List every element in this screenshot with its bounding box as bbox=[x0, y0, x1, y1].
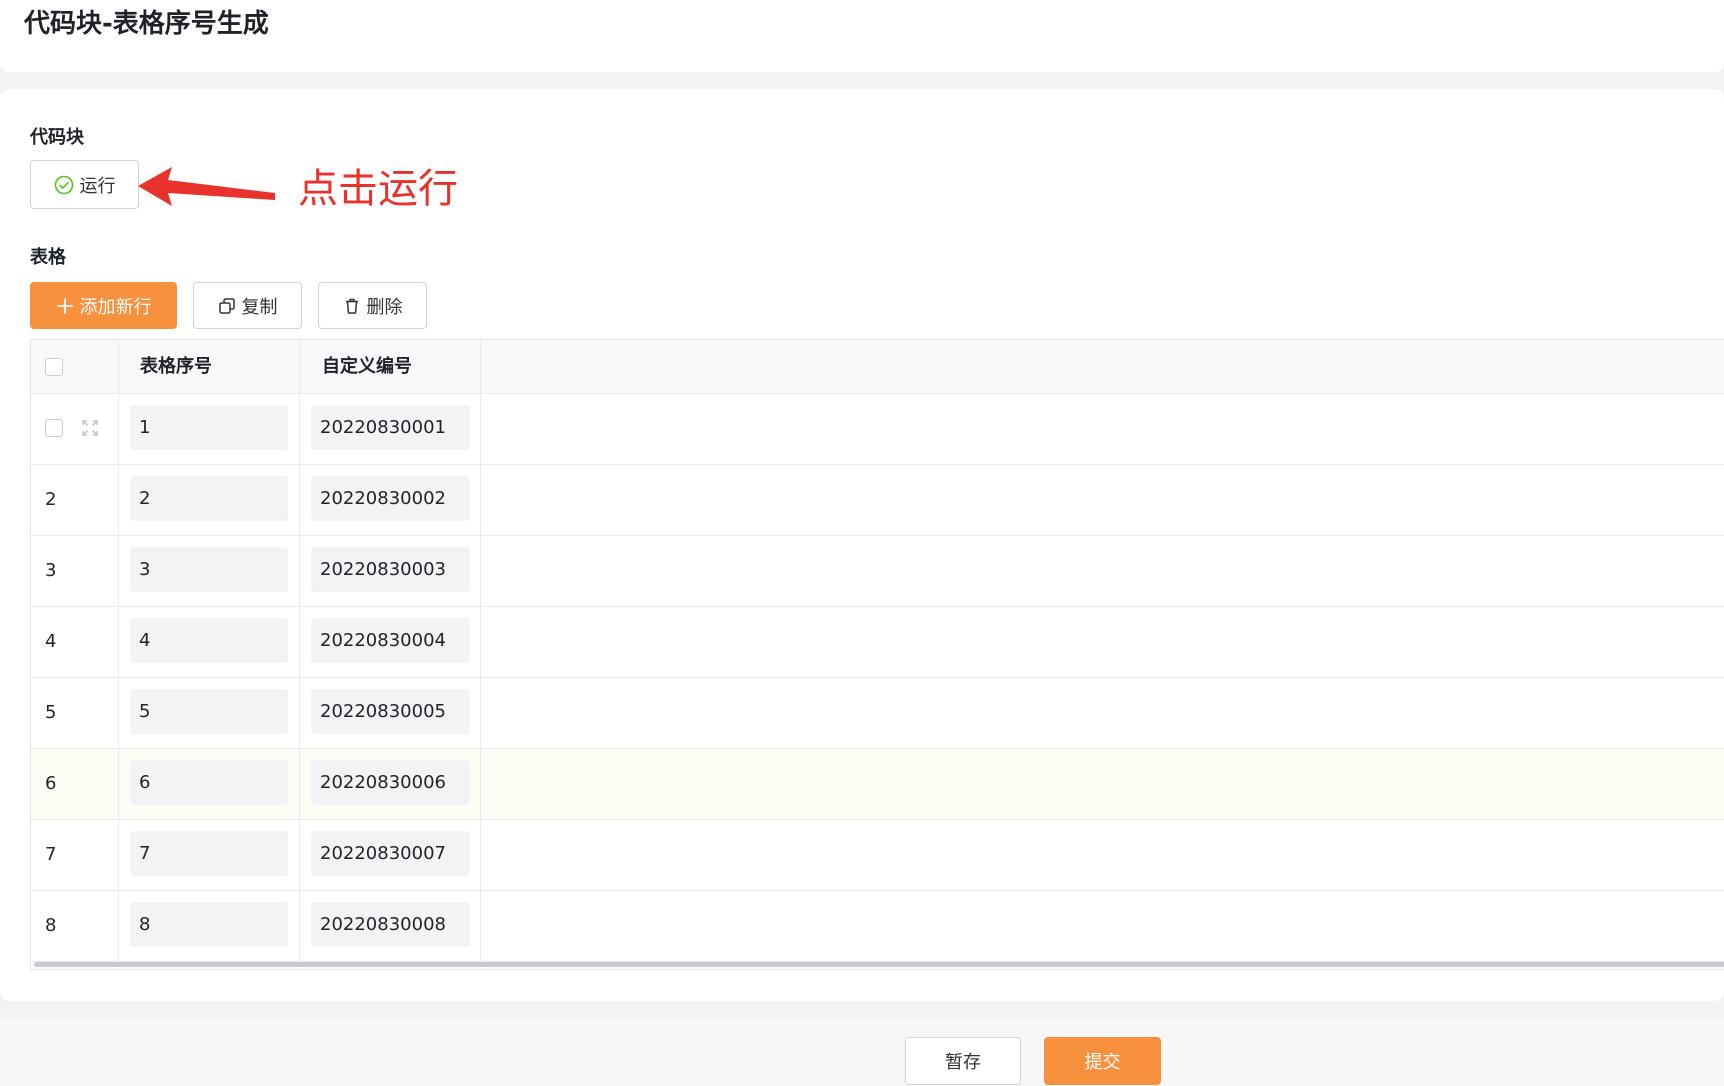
seq-cell: 5 bbox=[119, 678, 300, 748]
header-cell-code: 自定义编号 bbox=[300, 340, 481, 393]
expand-icon[interactable] bbox=[81, 419, 99, 437]
run-button-label: 运行 bbox=[79, 175, 116, 197]
plus-icon bbox=[56, 297, 74, 315]
table-row: 5 5 20220830005 bbox=[31, 678, 1724, 749]
select-all-cell bbox=[31, 340, 119, 393]
seq-number-field[interactable]: 5 bbox=[130, 689, 288, 734]
row-select-cell: 6 bbox=[31, 749, 119, 819]
page-title: 代码块-表格序号生成 bbox=[24, 9, 269, 39]
add-row-label: 添加新行 bbox=[79, 296, 152, 318]
code-cell: 20220830002 bbox=[300, 465, 481, 535]
seq-cell: 3 bbox=[119, 536, 300, 606]
column-header-code: 自定义编号 bbox=[322, 356, 412, 377]
copy-label: 复制 bbox=[241, 296, 278, 318]
save-draft-label: 暂存 bbox=[945, 1052, 981, 1073]
row-index: 6 bbox=[45, 773, 57, 794]
custom-code-field[interactable]: 20220830003 bbox=[311, 547, 470, 592]
custom-code-field[interactable]: 20220830004 bbox=[311, 618, 470, 663]
custom-code-field[interactable]: 20220830001 bbox=[311, 405, 470, 450]
code-cell: 20220830005 bbox=[300, 678, 481, 748]
annotation-arrow-icon bbox=[138, 167, 275, 206]
seq-cell: 2 bbox=[119, 465, 300, 535]
add-row-button[interactable]: 添加新行 bbox=[30, 282, 177, 329]
row-index: 5 bbox=[45, 702, 57, 723]
horizontal-scrollbar[interactable] bbox=[34, 962, 1724, 967]
copy-button[interactable]: 复制 bbox=[193, 282, 302, 329]
row-index: 2 bbox=[45, 489, 57, 510]
row-select-cell: 5 bbox=[31, 678, 119, 748]
data-table: 表格序号 自定义编号 1 20220830001 2 2 20220830002 3 3 20… bbox=[30, 339, 1724, 970]
run-button[interactable]: 运行 bbox=[30, 160, 139, 209]
seq-number-field[interactable]: 6 bbox=[130, 760, 288, 805]
table-row: 4 4 20220830004 bbox=[31, 607, 1724, 678]
seq-cell: 6 bbox=[119, 749, 300, 819]
header-cell-seq: 表格序号 bbox=[119, 340, 300, 393]
page-header: 代码块-表格序号生成 bbox=[0, 0, 1724, 72]
table-row: 2 2 20220830002 bbox=[31, 465, 1724, 536]
row-select-cell: 8 bbox=[31, 891, 119, 961]
save-draft-button[interactable]: 暂存 bbox=[905, 1037, 1021, 1085]
seq-cell: 7 bbox=[119, 820, 300, 890]
custom-code-field[interactable]: 20220830005 bbox=[311, 689, 470, 734]
column-header-seq: 表格序号 bbox=[140, 356, 212, 377]
seq-number-field[interactable]: 4 bbox=[130, 618, 288, 663]
seq-cell: 4 bbox=[119, 607, 300, 677]
delete-button[interactable]: 删除 bbox=[318, 282, 427, 329]
seq-cell: 8 bbox=[119, 891, 300, 961]
row-select-cell: 3 bbox=[31, 536, 119, 606]
row-index: 7 bbox=[45, 844, 57, 865]
custom-code-field[interactable]: 20220830002 bbox=[311, 476, 470, 521]
table-row: 6 6 20220830006 bbox=[31, 749, 1724, 820]
custom-code-field[interactable]: 20220830006 bbox=[311, 760, 470, 805]
trash-icon bbox=[343, 297, 361, 315]
code-cell: 20220830007 bbox=[300, 820, 481, 890]
table-header-row: 表格序号 自定义编号 bbox=[31, 340, 1724, 394]
table-row: 7 7 20220830007 bbox=[31, 820, 1724, 891]
row-select-cell: 4 bbox=[31, 607, 119, 677]
select-all-checkbox[interactable] bbox=[45, 358, 63, 376]
code-block-label: 代码块 bbox=[30, 127, 84, 148]
custom-code-field[interactable]: 20220830007 bbox=[311, 831, 470, 876]
custom-code-field[interactable]: 20220830008 bbox=[311, 902, 470, 947]
check-circle-icon bbox=[54, 175, 74, 195]
row-select-cell: 7 bbox=[31, 820, 119, 890]
submit-label: 提交 bbox=[1084, 1052, 1121, 1073]
code-cell: 20220830008 bbox=[300, 891, 481, 961]
code-cell: 20220830004 bbox=[300, 607, 481, 677]
delete-label: 删除 bbox=[366, 296, 403, 318]
row-index: 3 bbox=[45, 560, 57, 581]
table-row: 8 8 20220830008 bbox=[31, 891, 1724, 962]
copy-icon bbox=[218, 297, 236, 315]
table-row: 3 3 20220830003 bbox=[31, 536, 1724, 607]
annotation-text: 点击运行 bbox=[298, 166, 458, 212]
table-label: 表格 bbox=[30, 247, 66, 268]
row-index: 4 bbox=[45, 631, 57, 652]
seq-number-field[interactable]: 3 bbox=[130, 547, 288, 592]
seq-number-field[interactable]: 1 bbox=[130, 405, 288, 450]
seq-cell: 1 bbox=[119, 394, 300, 464]
footer-bar bbox=[0, 1018, 1724, 1086]
row-index: 8 bbox=[45, 915, 57, 936]
submit-button[interactable]: 提交 bbox=[1044, 1037, 1161, 1085]
code-cell: 20220830006 bbox=[300, 749, 481, 819]
row-checkbox[interactable] bbox=[45, 419, 63, 437]
seq-number-field[interactable]: 2 bbox=[130, 476, 288, 521]
table-row: 1 20220830001 bbox=[31, 394, 1724, 465]
seq-number-field[interactable]: 7 bbox=[130, 831, 288, 876]
code-cell: 20220830003 bbox=[300, 536, 481, 606]
code-cell: 20220830001 bbox=[300, 394, 481, 464]
row-select-cell bbox=[31, 394, 119, 464]
seq-number-field[interactable]: 8 bbox=[130, 902, 288, 947]
row-select-cell: 2 bbox=[31, 465, 119, 535]
